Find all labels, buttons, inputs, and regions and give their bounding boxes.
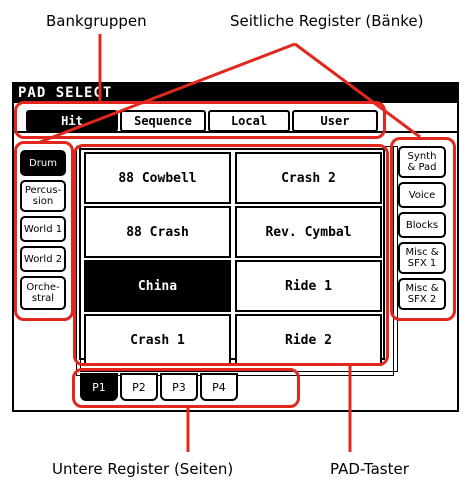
callout-right-banks (390, 137, 456, 321)
callout-bank-groups (14, 101, 386, 139)
caption-bankgroups: Bankgruppen (46, 12, 147, 30)
callout-page-tabs (72, 368, 300, 408)
caption-side-tabs: Seitliche Register (Bänke) (230, 12, 424, 30)
caption-pad-buttons: PAD-Taster (330, 460, 409, 478)
caption-bottom-tabs: Untere Register (Seiten) (52, 460, 234, 478)
callout-pad-grid (73, 144, 389, 366)
callout-left-banks (14, 141, 74, 321)
